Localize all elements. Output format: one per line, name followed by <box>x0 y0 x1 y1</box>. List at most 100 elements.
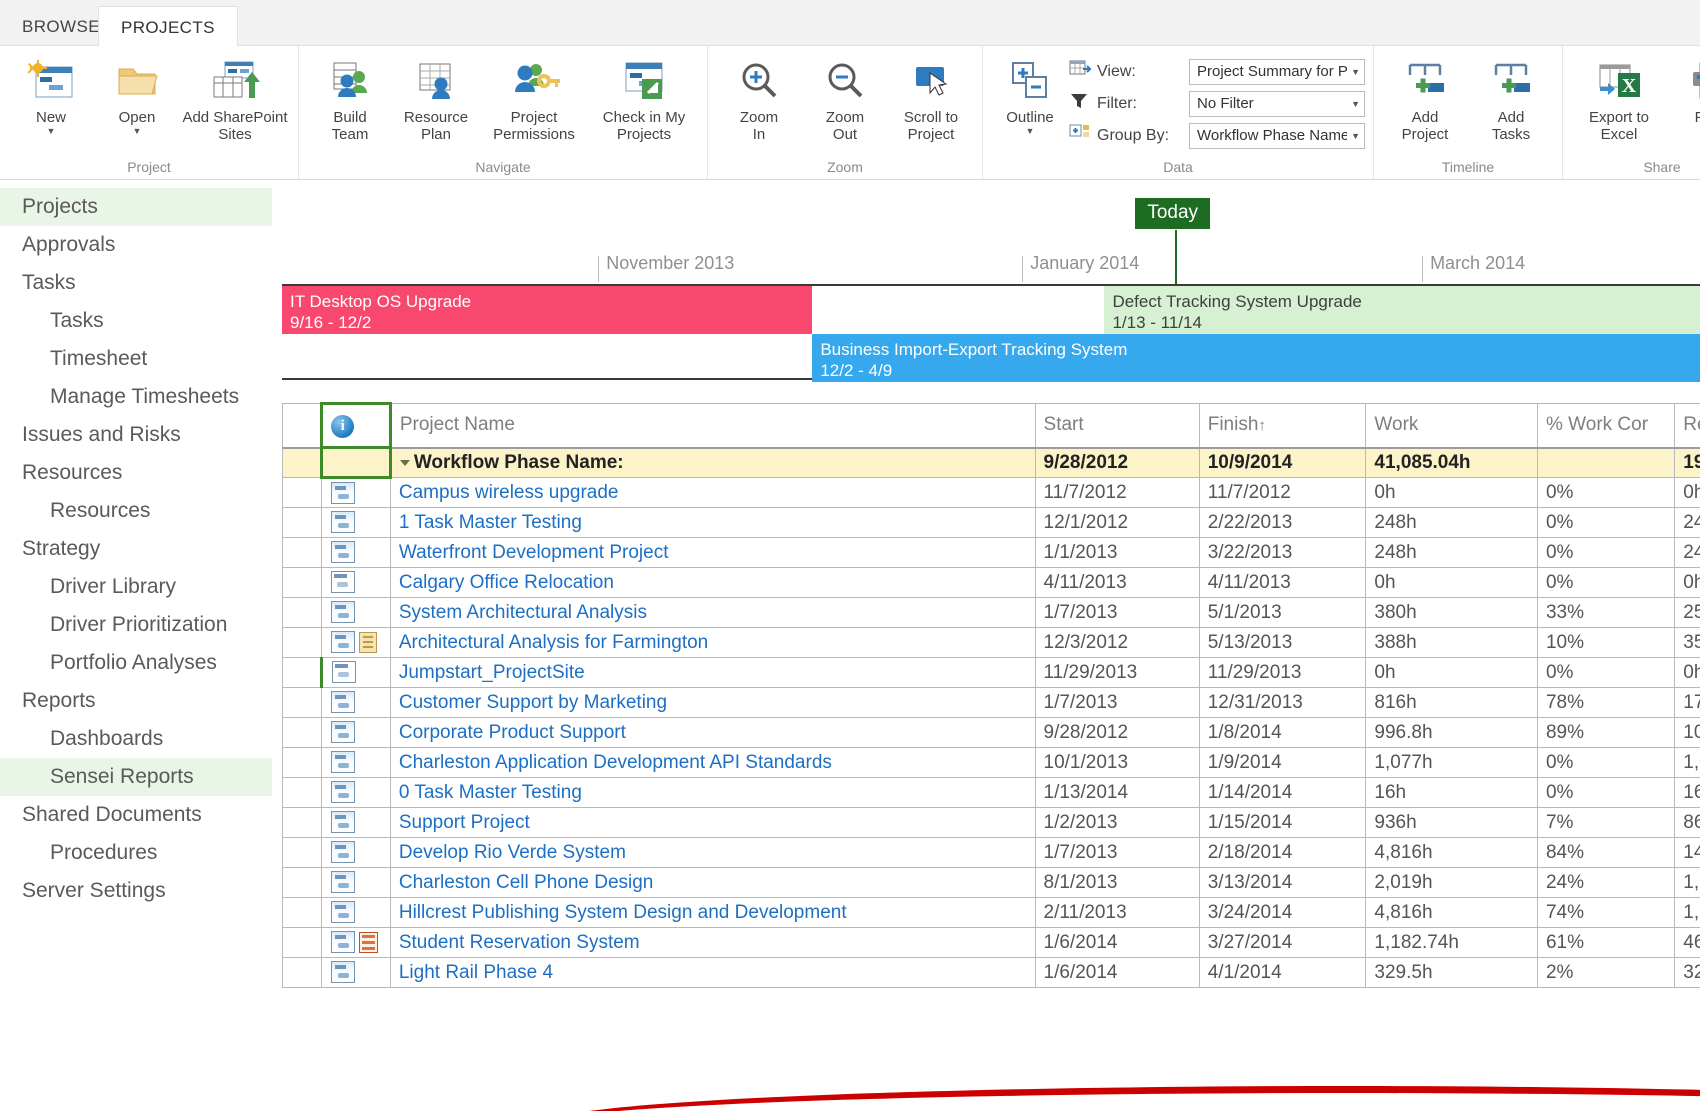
project-name-link[interactable]: System Architectural Analysis <box>399 602 647 623</box>
project-name-link[interactable]: Charleston Cell Phone Design <box>399 872 654 893</box>
project-name-cell[interactable]: 0 Task Master Testing <box>389 777 1036 808</box>
project-name-cell[interactable]: Architectural Analysis for Farmington <box>389 627 1036 658</box>
header-remaining-work[interactable]: Rem Work <box>1674 403 1700 449</box>
project-name-link[interactable]: 1 Task Master Testing <box>399 512 582 533</box>
table-row[interactable]: Jumpstart_ProjectSite 11/29/2013 11/29/201… <box>282 657 1700 688</box>
row-select[interactable] <box>282 507 323 538</box>
timeline-widget[interactable]: Today November 2013 January 2014 March 201… <box>282 188 1700 388</box>
view-select[interactable]: Project Summary for Pr ▼ <box>1189 58 1365 85</box>
add-sharepoint-sites-button[interactable]: Add SharePoint Sites <box>180 52 290 143</box>
row-indicators[interactable] <box>320 446 392 479</box>
build-team-button[interactable]: Build Team <box>307 52 393 143</box>
project-name-cell[interactable]: Corporate Product Support <box>389 717 1036 748</box>
scroll-to-project-button[interactable]: Scroll to Project <box>888 52 974 143</box>
group-row[interactable]: Workflow Phase Name: 9/28/2012 10/9/2014 41… <box>282 446 1700 479</box>
project-name-cell[interactable]: System Architectural Analysis <box>389 597 1036 628</box>
sidebar-item-resources[interactable]: Resources <box>0 492 272 530</box>
row-indicators[interactable] <box>321 477 391 508</box>
export-to-excel-button[interactable]: X Export to Excel <box>1571 52 1667 143</box>
check-in-my-projects-button[interactable]: Check in My Projects <box>589 52 699 143</box>
group-row-label-cell[interactable]: Workflow Phase Name: <box>389 447 1036 478</box>
row-indicators[interactable] <box>321 507 391 538</box>
row-indicators[interactable] <box>321 777 391 808</box>
sidebar-item-server-settings[interactable]: Server Settings <box>0 872 272 910</box>
project-name-link[interactable]: Waterfront Development Project <box>399 542 669 563</box>
sidebar-item-driver-prioritization[interactable]: Driver Prioritization <box>0 606 272 644</box>
row-indicators[interactable] <box>321 597 391 628</box>
sidebar-item-tasks[interactable]: Tasks <box>0 302 272 340</box>
sidebar-item-issues-and-risks[interactable]: Issues and Risks <box>0 416 272 454</box>
sidebar-item-reports[interactable]: Reports <box>0 682 272 720</box>
row-select[interactable] <box>282 477 323 508</box>
table-row[interactable]: 1 Task Master Testing 12/1/2012 2/22/2013 2… <box>282 507 1700 538</box>
table-row[interactable]: Campus wireless upgrade 11/7/2012 11/7/201… <box>282 477 1700 508</box>
project-name-cell[interactable]: Hillcrest Publishing System Design and D… <box>389 897 1036 928</box>
table-row[interactable]: Hillcrest Publishing System Design and D… <box>282 897 1700 928</box>
row-select[interactable] <box>282 807 323 838</box>
row-indicators[interactable] <box>321 837 391 868</box>
project-name-cell[interactable]: Calgary Office Relocation <box>389 567 1036 598</box>
row-select[interactable] <box>282 627 323 658</box>
new-button-caret-icon[interactable]: ▼ <box>47 127 56 136</box>
timeline-bar[interactable]: IT Desktop OS Upgrade 9/16 - 12/2 <box>282 286 813 334</box>
row-indicators[interactable] <box>321 867 391 898</box>
filter-select[interactable]: No Filter ▼ <box>1189 90 1365 117</box>
table-row[interactable]: Waterfront Development Project 1/1/2013 3/… <box>282 537 1700 568</box>
table-row[interactable]: Support Project 1/2/20131/15/2014936h7%86… <box>282 807 1700 838</box>
row-indicators[interactable] <box>321 747 391 778</box>
chevron-down-icon[interactable]: ▼ <box>1351 67 1360 77</box>
row-indicators[interactable] <box>321 687 391 718</box>
project-name-cell[interactable]: Support Project <box>389 807 1036 838</box>
sidebar-item-approvals[interactable]: Approvals <box>0 226 272 264</box>
project-name-cell[interactable]: 1 Task Master Testing <box>389 507 1036 538</box>
table-row[interactable]: Light Rail Phase 4 1/6/2014 4/1/2014 329.5h… <box>282 957 1700 988</box>
row-indicators[interactable] <box>321 897 391 928</box>
header-percent-work-complete[interactable]: % Work Cor <box>1536 403 1676 449</box>
sidebar-item-strategy[interactable]: Strategy <box>0 530 272 568</box>
collapse-triangle-icon[interactable] <box>399 459 410 466</box>
sidebar-item-shared-documents[interactable]: Shared Documents <box>0 796 272 834</box>
sidebar-item-timesheet[interactable]: Timesheet <box>0 340 272 378</box>
project-name-cell[interactable]: Customer Support by Marketing <box>389 687 1036 718</box>
row-indicators[interactable] <box>321 537 391 568</box>
project-name-link[interactable]: Support Project <box>399 812 530 833</box>
header-work[interactable]: Work <box>1365 403 1538 449</box>
sidebar-item-driver-library[interactable]: Driver Library <box>0 568 272 606</box>
project-name-cell[interactable]: Charleston Cell Phone Design <box>389 867 1036 898</box>
table-row[interactable]: Corporate Product Support 9/28/2012 1/8/20… <box>282 717 1700 748</box>
project-name-link[interactable]: Charleston Application Development API S… <box>399 752 832 773</box>
header-project-name[interactable]: Project Name <box>389 403 1036 449</box>
row-indicators[interactable] <box>321 927 391 958</box>
row-select[interactable] <box>282 447 323 478</box>
open-button[interactable]: Open ▼ <box>94 52 180 136</box>
row-indicators[interactable] <box>321 807 391 838</box>
project-name-link[interactable]: Hillcrest Publishing System Design and D… <box>399 902 847 923</box>
table-row[interactable]: Charleston Application Development API S… <box>282 747 1700 778</box>
project-name-cell[interactable]: Waterfront Development Project <box>389 537 1036 568</box>
resource-plan-button[interactable]: Resource Plan <box>393 52 479 143</box>
project-name-cell[interactable]: Campus wireless upgrade <box>389 477 1036 508</box>
project-name-cell[interactable]: Charleston Application Development API S… <box>389 747 1036 778</box>
sidebar-item-manage-timesheets[interactable]: Manage Timesheets <box>0 378 272 416</box>
project-name-cell[interactable]: Develop Rio Verde System <box>389 837 1036 868</box>
timeline-bar[interactable]: Defect Tracking System Upgrade 1/13 - 11/… <box>1104 286 1700 334</box>
project-name-link[interactable]: Jumpstart_ProjectSite <box>399 662 585 683</box>
project-name-link[interactable]: Customer Support by Marketing <box>399 692 667 713</box>
outline-button[interactable]: Outline ▼ <box>991 52 1069 136</box>
row-indicators[interactable] <box>321 567 391 598</box>
table-row[interactable]: Develop Rio Verde System 1/7/2013 2/18/201… <box>282 837 1700 868</box>
row-select[interactable] <box>282 897 323 928</box>
project-name-link[interactable]: Calgary Office Relocation <box>399 572 614 593</box>
row-select[interactable] <box>282 717 323 748</box>
table-row[interactable]: Architectural Analysis for Farmington 12/… <box>282 627 1700 658</box>
table-row[interactable]: 0 Task Master Testing 1/13/2014 1/14/2014 1… <box>282 777 1700 808</box>
table-row[interactable]: Charleston Cell Phone Design 8/1/2013 3/13… <box>282 867 1700 898</box>
chevron-down-icon[interactable]: ▼ <box>1351 131 1360 141</box>
row-select[interactable] <box>282 597 323 628</box>
timeline-bar[interactable]: Business Import-Export Tracking System 12… <box>812 334 1700 382</box>
row-select[interactable] <box>282 747 323 778</box>
table-row[interactable]: Student Reservation System 1/6/2014 3/27/2… <box>282 927 1700 958</box>
table-row[interactable]: System Architectural Analysis 1/7/2013 5/1… <box>282 597 1700 628</box>
row-indicators[interactable] <box>321 717 391 748</box>
sidebar-item-procedures[interactable]: Procedures <box>0 834 272 872</box>
